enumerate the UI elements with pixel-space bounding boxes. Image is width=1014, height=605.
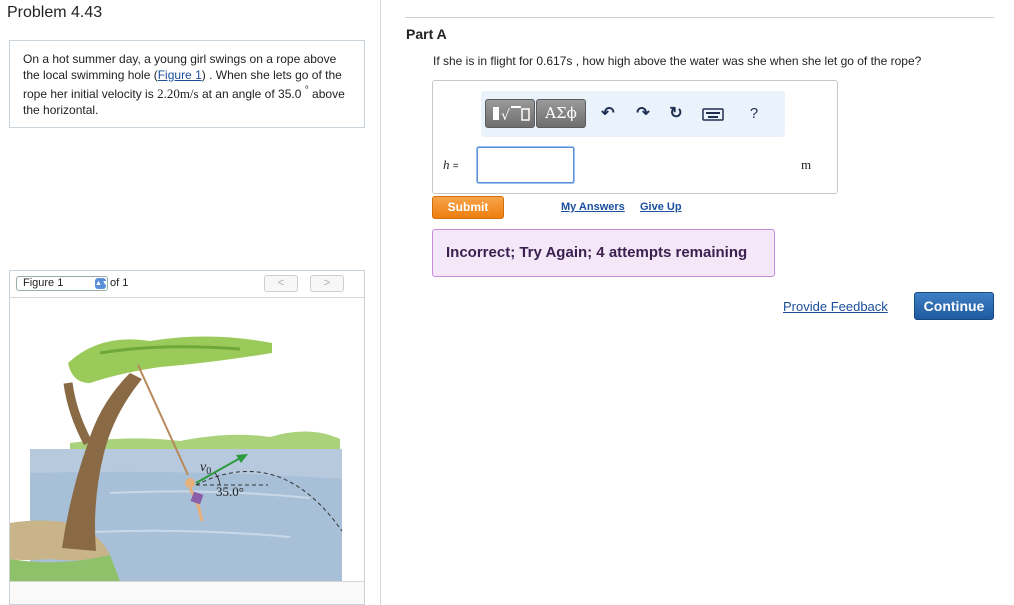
variable-h: h <box>443 157 450 172</box>
unit-label: m <box>801 157 812 172</box>
help-icon[interactable]: ? <box>743 103 765 125</box>
prev-figure-button[interactable]: < <box>264 275 298 292</box>
figure-nav-bar: Figure 1 ▲▼ of 1 < > <box>10 271 364 298</box>
figure-panel: Figure 1 ▲▼ of 1 < > v0 35.0° <box>9 270 365 605</box>
figure-link[interactable]: Figure 1 <box>158 68 202 82</box>
provide-feedback-link[interactable]: Provide Feedback <box>783 299 888 314</box>
continue-button[interactable]: Continue <box>914 292 994 320</box>
my-answers-link[interactable]: My Answers <box>561 201 625 213</box>
figure-select[interactable]: Figure 1 ▲▼ <box>16 276 109 291</box>
top-divider <box>405 17 994 18</box>
next-figure-button[interactable]: > <box>310 275 344 292</box>
answer-input[interactable] <box>477 147 574 183</box>
swing-illustration: v0 35.0° <box>10 336 343 581</box>
templates-icon: √ <box>493 106 530 124</box>
equals-sign: = <box>452 161 459 172</box>
undo-icon[interactable]: ↶ <box>597 103 619 125</box>
figure-select-label: Figure 1 <box>23 277 64 289</box>
figure-count: of 1 <box>110 277 129 289</box>
give-up-link[interactable]: Give Up <box>640 201 682 213</box>
question-text: If she is in flight for 0.617s , how hig… <box>433 54 922 68</box>
part-title: Part A <box>406 26 447 42</box>
problem-text-3: at an angle of <box>198 87 279 101</box>
tree-foliage <box>68 336 272 383</box>
figure-footer <box>10 581 364 604</box>
answer-box: √ ΑΣϕ ↶ ↷ ↻ ? h = m <box>432 80 838 194</box>
select-spinner-icon: ▲▼ <box>95 278 109 289</box>
reset-icon[interactable]: ↻ <box>665 103 687 125</box>
angle-value: 35.0 <box>278 87 302 101</box>
far-shore <box>70 431 340 451</box>
problem-statement: On a hot summer day, a young girl swings… <box>9 40 365 128</box>
problem-panel: Problem 4.43 On a hot summer day, a youn… <box>0 0 381 605</box>
redo-icon[interactable]: ↷ <box>632 103 654 125</box>
keyboard-icon[interactable] <box>702 103 724 125</box>
svg-text:√: √ <box>501 108 510 124</box>
answer-variable-label: h = <box>443 157 459 173</box>
incorrect-feedback: Incorrect; Try Again; 4 attempts remaini… <box>432 229 775 277</box>
angle-label: 35.0° <box>216 484 244 499</box>
greek-symbols-button[interactable]: ΑΣϕ <box>536 99 586 128</box>
girl-head <box>185 478 195 488</box>
math-toolbar: √ ΑΣϕ ↶ ↷ ↻ ? <box>481 91 785 137</box>
problem-title: Problem 4.43 <box>7 4 103 21</box>
templates-button[interactable]: √ <box>485 99 535 128</box>
velocity-value: 2.20m/s <box>157 86 199 101</box>
submit-button[interactable]: Submit <box>432 196 504 219</box>
